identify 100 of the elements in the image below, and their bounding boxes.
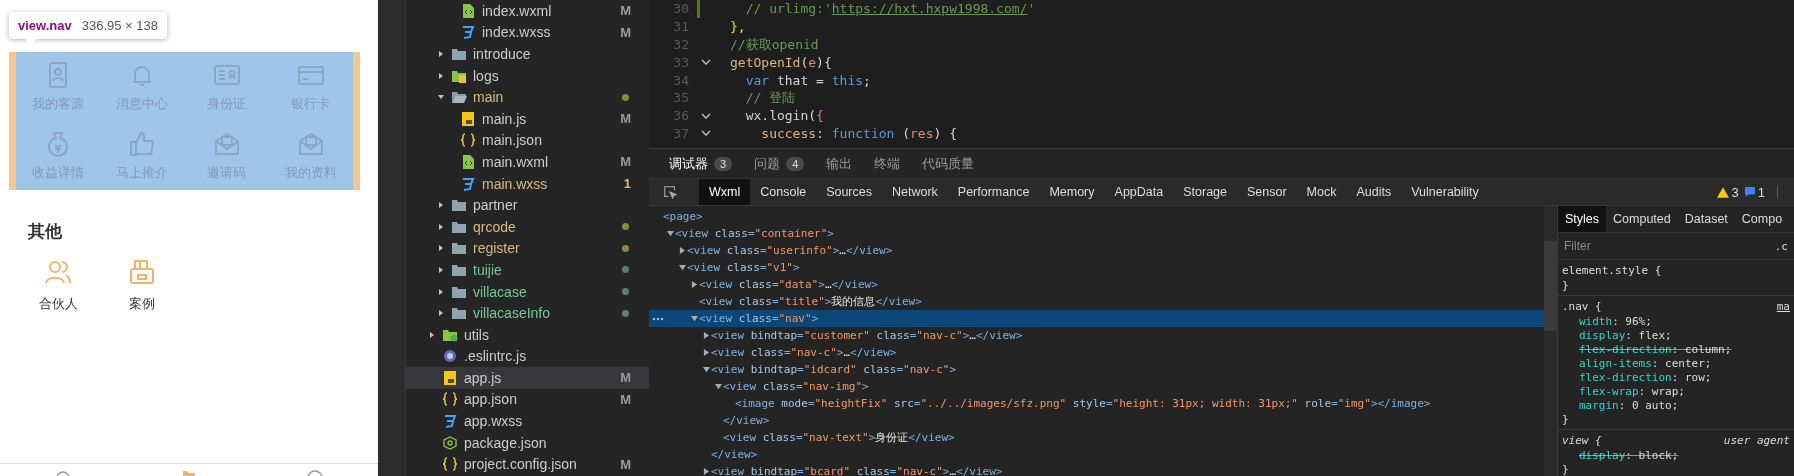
panel-tab[interactable]: 输出 [818,151,861,176]
wxml-node[interactable]: <view class="nav-img"> [649,378,1544,395]
git-status-label: M [620,370,631,386]
file-tree-item[interactable]: utils [406,323,649,346]
devtools-tab[interactable]: Network [882,179,948,205]
code-line: // urlimg:'https://hxt.hxpw1998.com/' [744,1,1036,17]
wxml-node[interactable]: <view bindtap="customer" class="nav-c">…</view> [649,327,1544,344]
folder-icon [451,198,467,213]
devtools-tab[interactable]: Mock [1296,179,1347,205]
wxml-node[interactable]: <view class="v1"> [649,259,1544,276]
css-declaration: flex-wrap: wrap; [1578,385,1686,399]
panel-tab[interactable]: 终端 [866,151,909,176]
wxml-node[interactable]: <view class="data">…</view> [649,276,1544,293]
class-toggle[interactable]: .c [1774,239,1788,253]
file-tree-item[interactable]: main.json [406,129,649,152]
file-name: app.json [464,391,518,408]
wxml-closing-tag: </view> [649,412,1544,429]
file-tree-item[interactable]: villacaseInfo [406,302,649,324]
file-tree-item[interactable]: qrcode [406,215,649,238]
file-tree-item[interactable]: register [406,237,649,260]
file-tree-item[interactable]: index.wxss M [406,21,649,44]
devtools-tab[interactable]: AppData [1104,179,1174,205]
code-link[interactable]: https://hxt.hxpw1998.com/ [831,1,1028,17]
panel-tab[interactable]: 代码质量 [914,151,983,176]
file-tree-item[interactable]: main.wxss 1 [406,172,649,195]
file-name: qrcode [473,218,517,235]
chevron-down-icon[interactable] [701,59,711,66]
file-name: villacase [473,283,528,300]
filter-field[interactable]: Filter [1564,239,1775,253]
git-status-label: M [620,111,631,127]
file-tree-item[interactable]: main.js M [406,107,649,130]
more-icon [652,317,664,321]
wxml-node[interactable]: <view class="container"> [649,225,1544,242]
folder-icon [451,262,467,277]
message-count[interactable]: 1 [1757,184,1765,200]
file-name: app.wxss [464,413,524,430]
nav-label[interactable]: 案例 [129,295,155,313]
folder-icon [451,219,467,234]
file-tree-item[interactable]: partner [406,194,649,216]
wxml-node[interactable]: <page> [649,208,1544,225]
line-number: 34 [672,72,689,88]
devtools-tab[interactable]: Wxml [699,179,751,205]
file-tree-item[interactable]: index.wxml M [406,0,649,22]
wxml-node[interactable]: <view class="nav-c">…</view> [649,344,1544,361]
closing-brace: } [1562,279,1570,293]
devtools-tab[interactable]: Storage [1173,179,1237,205]
line-number: 32 [672,37,689,52]
git-status-label: M [620,154,631,170]
devtools-tab[interactable]: Sources [816,179,882,205]
wxml-node[interactable]: <view class="userinfo">…</view> [649,242,1544,259]
file-tree-item[interactable]: app.js M [406,367,649,389]
file-tree-item[interactable]: app.wxss [406,410,649,432]
wxml-node[interactable]: <image mode="heightFix" src="../../images/sfz.png" style="height: 31px; width: 31px;" role="img"></image> [649,395,1544,412]
devtools-tab[interactable]: Console [750,179,817,205]
nav-label[interactable]: 合伙人 [38,295,78,313]
devtools-tab[interactable]: Memory [1039,179,1105,205]
scrollbar-thumb[interactable] [1544,241,1557,331]
devtools-tab[interactable]: Sensor [1237,179,1297,205]
file-name: index.wxml [482,2,553,19]
file-tree-item[interactable]: main.wxml M [406,151,649,173]
devtools-tab[interactable]: Audits [1346,179,1402,205]
file-tree-item[interactable]: app.json M [406,388,649,411]
file-name: villacaseInfo [473,305,552,322]
file-tree-item[interactable]: villacase [406,280,649,303]
braces-icon [442,392,458,407]
chevron-down-icon[interactable] [701,112,711,119]
line-number: 30 [672,1,689,17]
devtools-tab[interactable]: Vulnerability [1401,179,1489,205]
wxml-node[interactable]: <view bindtap="idcard" class="nav-c"> [649,361,1544,378]
js-file-icon [460,111,476,126]
wxml-node[interactable]: <view class="title">我的信息</view> [649,293,1544,310]
file-tree-item[interactable]: logs [406,64,649,87]
styles-tab[interactable]: Computed [1606,206,1678,232]
warning-count[interactable]: 3 [1731,184,1739,200]
panel-tab[interactable]: 调试器 3 [661,151,741,176]
file-tree-item[interactable]: tuijie [406,259,649,281]
code-line: //获取openid [729,35,819,54]
styles-tab[interactable]: Compo [1734,206,1790,232]
file-tree-item[interactable]: project.config.json M [406,453,649,476]
file-tree-item[interactable]: package.json [406,431,649,454]
code-line: var that = this; [744,72,871,88]
devtools-tab[interactable]: Performance [947,179,1040,205]
file-tree-item[interactable]: introduce [406,43,649,65]
git-status-label: M [620,456,631,472]
css-selector: .nav { [1562,300,1602,315]
js-file-icon [442,370,458,385]
file-tree-item[interactable]: main [406,86,649,108]
file-tree-item[interactable]: .eslintrc.js [406,345,649,368]
file-name: project.config.json [464,456,578,473]
wxml-node[interactable]: <view class="nav"> [649,310,1544,327]
wxml-node[interactable]: <view class="nav-text">身份证</view> [649,429,1544,446]
rule-source[interactable]: ma [1776,300,1790,315]
styles-tab[interactable]: Dataset [1677,206,1735,232]
css-declaration: align-items: center; [1578,357,1713,371]
tabbar-icon[interactable] [305,468,325,476]
styles-tab[interactable]: Styles [1558,206,1607,232]
panel-tab[interactable]: 问题 4 [746,151,813,176]
inspect-element-icon[interactable] [663,185,677,199]
folder-icon [451,241,467,256]
chevron-down-icon[interactable] [701,130,711,137]
